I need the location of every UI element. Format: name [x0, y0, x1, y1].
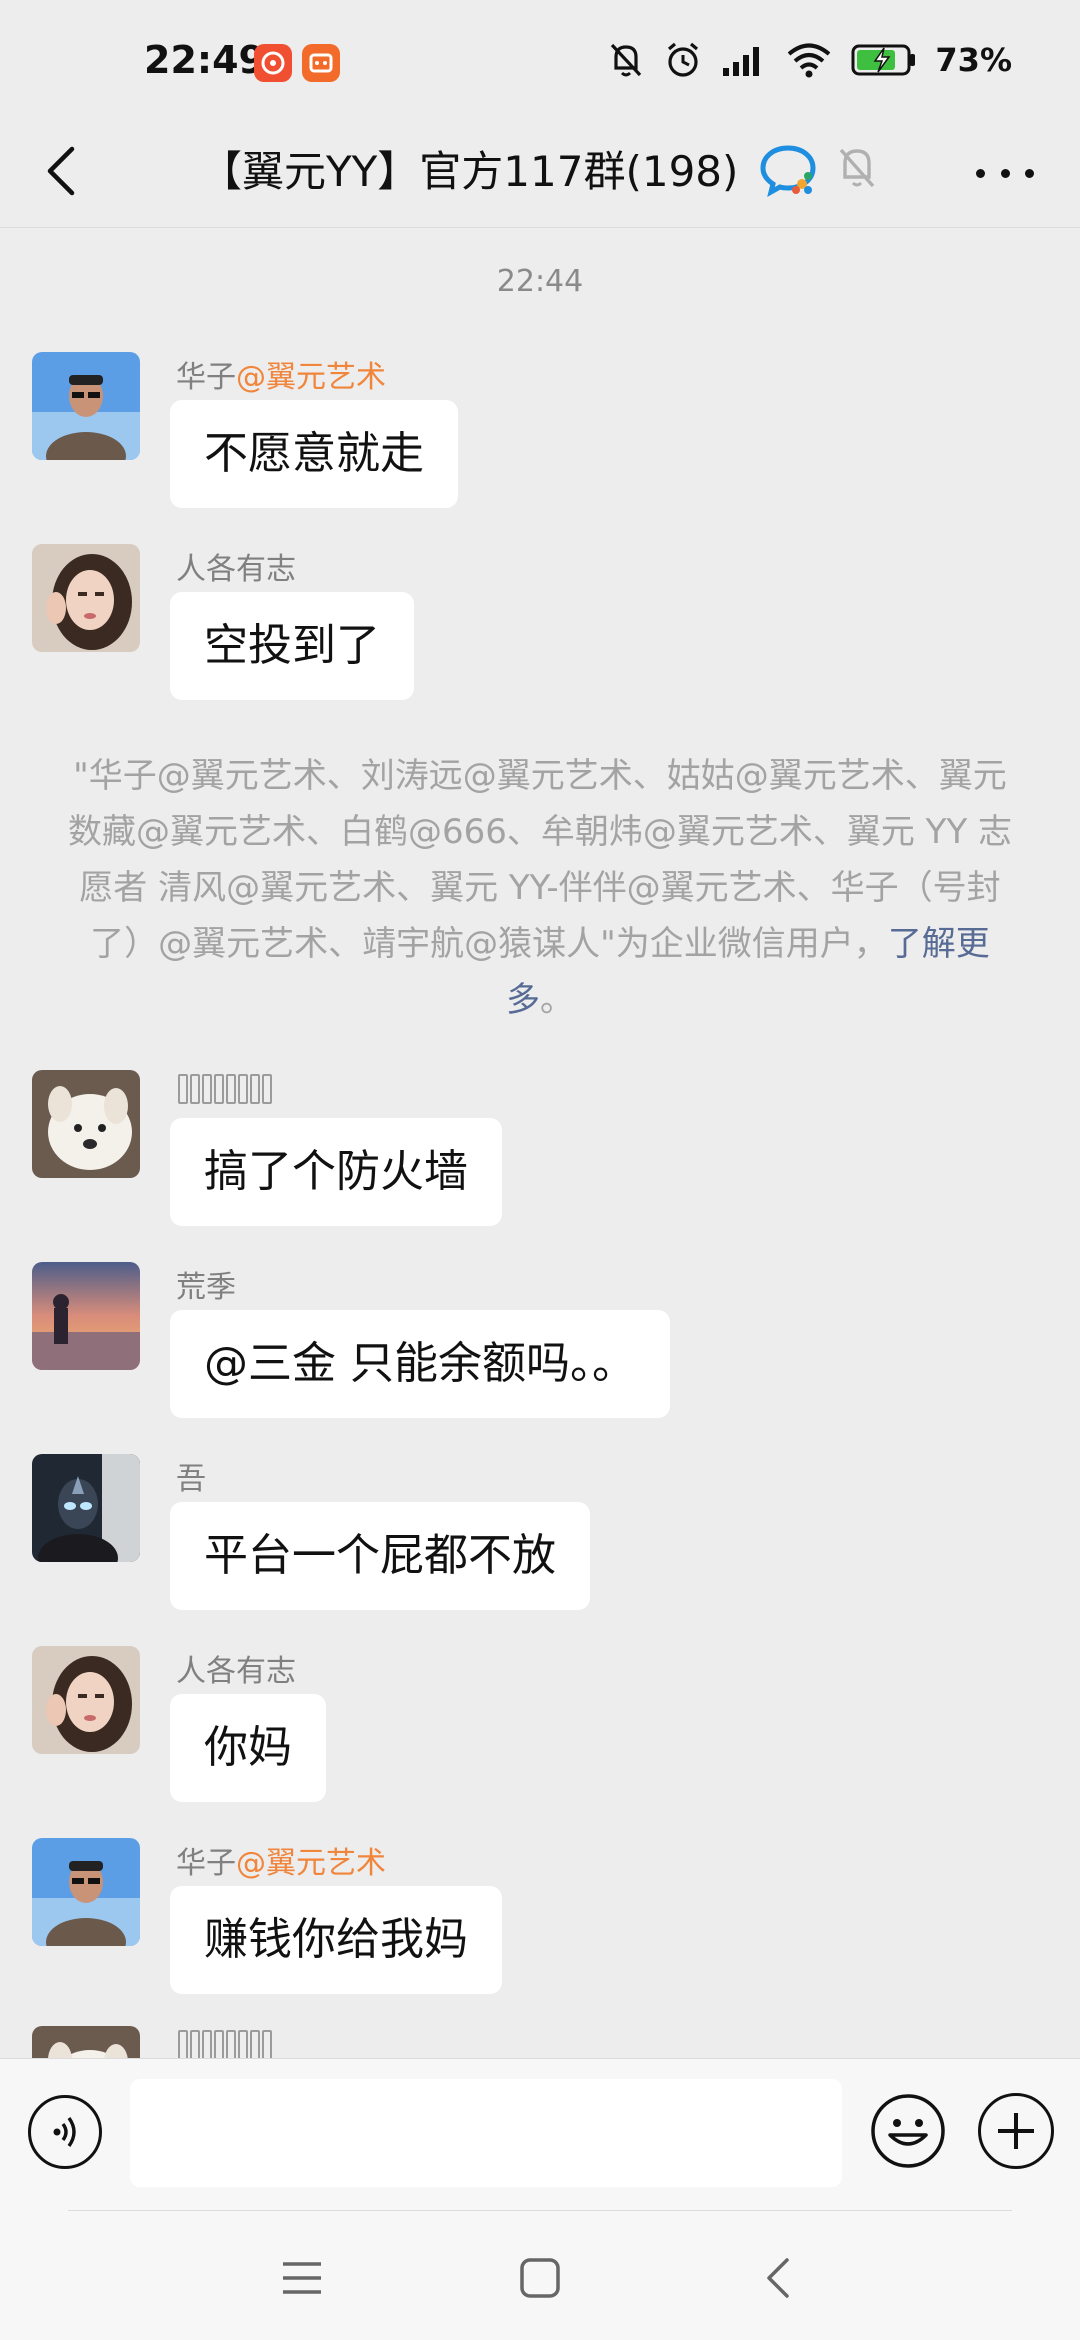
message-bubble[interactable]: @三金 只能余额吗。。 [170, 1310, 670, 1418]
alarm-icon [668, 42, 699, 77]
more-dots-icon [976, 168, 985, 178]
message-timestamp: 22:44 [496, 264, 584, 299]
more-options-button[interactable] [970, 148, 1040, 198]
status-bar: 22:49 73% [0, 0, 1080, 120]
back-nav-button[interactable] [748, 2248, 808, 2308]
home-square-icon [520, 2258, 560, 2298]
back-button[interactable] [30, 136, 92, 206]
sender-name: 华子@翼元艺术 [176, 360, 386, 395]
sender-name-garbled [178, 1074, 272, 1104]
plus-button[interactable] [978, 2093, 1054, 2169]
chat-title: 【翼元YY】官方117群(198) [200, 147, 739, 196]
avatar-dog[interactable] [32, 2026, 140, 2058]
bell-off-icon [836, 142, 878, 192]
message-bubble[interactable]: 你妈 [170, 1694, 326, 1802]
message-bubble[interactable]: 平台一个屁都不放 [170, 1502, 590, 1610]
wecom-chat-icon [758, 140, 818, 200]
emoji-button[interactable] [870, 2093, 946, 2169]
wifi-icon [788, 43, 831, 78]
sender-name: 人各有志 [176, 552, 296, 587]
battery-percent: 73% [935, 41, 1012, 79]
signal-icon [723, 47, 760, 76]
avatar-woman[interactable] [32, 1646, 140, 1754]
avatar-woman[interactable] [32, 544, 140, 652]
menu-nav-button[interactable] [272, 2248, 332, 2308]
status-time: 22:49 [144, 38, 265, 82]
sender-name: 吾 [176, 1462, 206, 1497]
menu-icon [283, 2262, 321, 2294]
video-app-icon [302, 44, 340, 82]
sender-name: 荒季 [176, 1270, 236, 1305]
message-bubble[interactable]: 不愿意就走 [170, 400, 458, 508]
emoji-icon [871, 2094, 945, 2168]
back-chevron-icon [767, 2258, 789, 2298]
status-icons: 73% [607, 40, 1012, 80]
system-nav-bar [0, 2210, 1080, 2340]
sender-name: 人各有志 [176, 1654, 296, 1689]
sender-name: 华子@翼元艺术 [176, 1846, 386, 1881]
avatar-sunset[interactable] [32, 1262, 140, 1370]
netease-music-app-icon [254, 44, 292, 82]
battery-charging-icon [851, 44, 916, 76]
system-notice: "华子@翼元艺术、刘涛远@翼元艺术、姑姑@翼元艺术、翼元数藏@翼元艺术、白鹤@6… [67, 756, 1013, 1020]
voice-button[interactable] [28, 2095, 102, 2169]
message-bubble[interactable]: 赚钱你给我妈 [170, 1886, 502, 1994]
avatar-dog[interactable] [32, 1070, 140, 1178]
voice-icon [53, 2117, 76, 2147]
chat-input-bar [0, 2058, 1080, 2210]
chat-screen: 22:49 73% 【翼元YY】官方117群(198) 22:44 华子@翼元艺… [0, 0, 1080, 2340]
message-bubble[interactable]: 搞了个防火墙 [170, 1118, 502, 1226]
message-bubble[interactable]: 空投到了 [170, 592, 414, 700]
message-input[interactable] [130, 2079, 842, 2187]
silent-bell-icon [611, 43, 642, 77]
sender-name-garbled [178, 2030, 272, 2058]
avatar-ultraman[interactable] [32, 1454, 140, 1562]
avatar-man-sky[interactable] [32, 352, 140, 460]
message-item-partial [32, 2026, 1032, 2058]
home-nav-button[interactable] [510, 2248, 570, 2308]
chevron-left-icon [47, 146, 75, 196]
chat-header: 【翼元YY】官方117群(198) [0, 112, 1080, 228]
avatar-man-sky[interactable] [32, 1838, 140, 1946]
